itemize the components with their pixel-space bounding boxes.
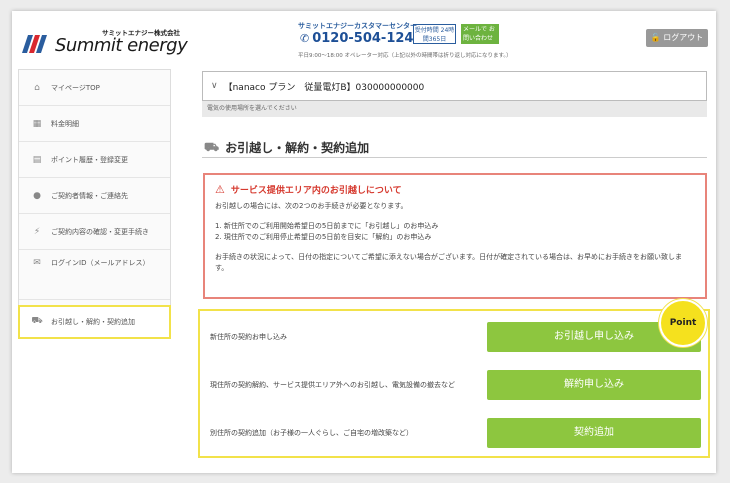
contract-select-hint: 電気の使用場所を選んでください <box>202 101 707 117</box>
cancel-apply-button[interactable]: 解約申し込み <box>487 370 701 400</box>
moving-notice: ⚠ サービス提供エリア内のお引越しについて お引越しの場合には、次の2つのお手続… <box>203 173 707 299</box>
logout-label: ログアウト <box>663 33 704 42</box>
lock-icon: 🔓 <box>650 33 661 42</box>
truck-icon: ⛟ <box>31 316 43 326</box>
sidebar-item-moving[interactable]: ⛟ お引越し・解約・契約追加 <box>18 305 171 339</box>
action-label: 新住所の契約お申し込み <box>210 332 287 341</box>
sidebar-item-contractor-info[interactable]: ● ご契約者情報・ご連絡先 <box>19 178 170 214</box>
logo-brand-name: Summit energy <box>55 35 188 56</box>
sidebar-item-billing[interactable]: ▦ 料金明細 <box>19 106 170 142</box>
action-row-add: 別住所の契約追加（お子様の一人ぐらし、ご自宅の増改築など） 契約追加 <box>200 409 708 457</box>
person-icon: ● <box>33 190 41 201</box>
sidebar-item-label: ご契約者情報・ご連絡先 <box>51 191 128 200</box>
sidebar-item-points[interactable]: ▤ ポイント履歴・登録変更 <box>19 142 170 178</box>
sidebar-nav: ⌂ マイページTOP ▦ 料金明細 ▤ ポイント履歴・登録変更 ● ご契約者情報… <box>18 69 171 339</box>
sidebar-item-mypage-top[interactable]: ⌂ マイページTOP <box>19 70 170 106</box>
notice-footnote: お手続きの状況によって、日付の指定についてご希望に添えない場合がございます。日付… <box>215 253 682 272</box>
contract-select-value: 【nanaco プラン 従量電灯B】030000000000 <box>223 82 425 93</box>
sidebar-item-label: ログインID（メールアドレス） <box>51 259 150 267</box>
logout-button[interactable]: 🔓 ログアウト <box>646 29 708 47</box>
sidebar-item-label: 料金明細 <box>51 119 79 128</box>
notice-step-2: 2. 現住所でのご利用停止希望日の5日前を目安に「解約」のお申込み <box>215 233 432 241</box>
contract-select[interactable]: ∨ 【nanaco プラン 従量電灯B】030000000000 <box>202 71 707 101</box>
mail-contact-button[interactable]: メールで お問い合わせ <box>461 24 499 44</box>
notice-heading: ⚠ サービス提供エリア内のお引越しについて <box>215 183 695 196</box>
action-row-cancel: 現住所の契約解約、サービス提供エリア外へのお引越し、電気設備の撤去など 解約申し… <box>200 361 708 409</box>
bar-chart-icon: ▦ <box>32 118 42 129</box>
notice-heading-text: サービス提供エリア内のお引越しについて <box>230 186 402 196</box>
brand-logo[interactable]: サミットエナジー株式会社 Summit energy <box>22 25 188 56</box>
warning-icon: ⚠ <box>215 183 225 196</box>
page-title-text: お引越し・解約・契約追加 <box>225 141 370 155</box>
sidebar-item-label: ご契約内容の確認・変更手続き <box>51 227 149 236</box>
card-icon: ▤ <box>32 154 42 165</box>
action-label: 現住所の契約解約、サービス提供エリア外へのお引越し、電気設備の撤去など <box>210 380 455 389</box>
mail-icon: ✉ <box>33 258 41 268</box>
sidebar-item-contract-details[interactable]: ⚡ ご契約内容の確認・変更手続き <box>19 214 170 250</box>
lightning-icon: ⚡ <box>33 226 41 237</box>
truck-icon: ⛟ <box>204 139 220 154</box>
actions-panel: 新住所の契約お申し込み お引越し申し込み 現住所の契約解約、サービス提供エリア外… <box>198 309 710 458</box>
app-frame: サミットエナジー株式会社 Summit energy サミットエナジーカスタマー… <box>12 11 716 473</box>
sidebar-item-label: お引越し・解約・契約追加 <box>51 317 135 326</box>
customer-center: サミットエナジーカスタマーセンター ✆ 0120-504-124 受付時間 24時… <box>298 21 558 61</box>
phone-number[interactable]: ✆ 0120-504-124 <box>300 31 413 46</box>
add-contract-button[interactable]: 契約追加 <box>487 418 701 448</box>
sidebar-item-login-id[interactable]: ✉ ログインID（メールアドレス） <box>19 250 170 300</box>
notice-step-1: 1. 新住所でのご利用開始希望日の5日前までに「お引越し」のお申込み <box>215 222 439 230</box>
notice-lead: お引越しの場合には、次の2つのお手続きが必要となります。 <box>215 202 408 210</box>
action-row-moving: 新住所の契約お申し込み お引越し申し込み <box>200 313 708 361</box>
hours-badge: 受付時間 24時間365日 <box>413 24 456 44</box>
phone-number-text: 0120-504-124 <box>312 31 414 46</box>
sidebar-item-label: ポイント履歴・登録変更 <box>51 155 128 164</box>
operator-hours-note: 平日9:00～18:00 オペレーター対応（上記以外の時間帯は折り返し対応になり… <box>298 53 512 59</box>
sidebar-item-label: マイページTOP <box>51 83 100 92</box>
chevron-down-icon: ∨ <box>211 81 218 91</box>
logo-stripes-icon <box>22 35 47 53</box>
point-badge: Point <box>659 299 707 347</box>
action-label: 別住所の契約追加（お子様の一人ぐらし、ご自宅の増改築など） <box>210 428 413 437</box>
phone-icon: ✆ <box>300 32 310 45</box>
divider <box>202 157 707 158</box>
home-icon: ⌂ <box>34 82 40 93</box>
page-title: ⛟ お引越し・解約・契約追加 <box>204 139 369 156</box>
